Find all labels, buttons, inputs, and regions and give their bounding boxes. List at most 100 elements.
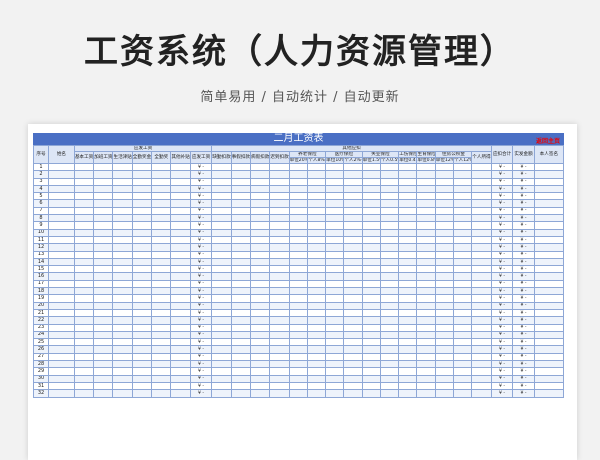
table-cell[interactable] [93,162,114,172]
row-seq-cell[interactable]: 6 [32,199,50,208]
table-cell[interactable] [379,184,400,194]
table-cell[interactable] [93,389,114,398]
table-cell[interactable] [434,206,455,216]
table-cell[interactable] [361,199,381,208]
table-cell[interactable] [151,177,172,186]
table-cell[interactable] [306,374,327,383]
table-cell[interactable] [269,316,290,325]
table-cell[interactable] [112,184,133,194]
table-cell[interactable] [398,359,418,369]
table-cell[interactable] [306,265,327,274]
table-cell[interactable] [288,279,308,289]
table-cell[interactable] [73,301,95,310]
table-cell[interactable] [151,301,172,310]
table-cell[interactable] [434,359,455,369]
table-cell[interactable] [343,243,363,252]
table-cell[interactable] [343,294,363,303]
table-cell[interactable] [452,323,473,332]
table-cell[interactable] [361,257,381,267]
table-cell[interactable] [230,338,251,347]
table-cell[interactable] [170,381,191,391]
table-cell[interactable] [112,287,133,296]
table-cell[interactable] [112,359,133,369]
table-cell[interactable] [434,381,455,391]
table-cell[interactable] [211,389,232,398]
table-cell[interactable] [249,243,271,252]
row-seq-cell[interactable]: 11 [32,235,50,245]
table-cell[interactable] [288,374,308,383]
table-cell[interactable] [379,170,400,179]
amount-cell[interactable]: ¥ - [189,308,213,318]
table-cell[interactable] [170,206,191,216]
table-cell[interactable] [269,323,290,332]
table-cell[interactable] [325,308,345,318]
table-cell[interactable] [249,265,271,274]
table-cell[interactable] [398,301,418,310]
table-cell[interactable] [533,192,565,201]
table-cell[interactable] [131,250,153,259]
table-cell[interactable] [73,228,95,237]
table-cell[interactable] [249,381,271,391]
table-cell[interactable] [361,367,381,376]
row-seq-cell[interactable]: 32 [32,389,50,398]
table-cell[interactable] [288,287,308,296]
amount-cell[interactable]: ¥ - [490,352,514,362]
table-cell[interactable] [452,170,473,179]
table-cell[interactable] [416,265,436,274]
table-cell[interactable] [398,243,418,252]
table-cell[interactable] [343,381,363,391]
table-cell[interactable] [398,381,418,391]
table-cell[interactable] [211,228,232,237]
table-cell[interactable] [269,367,290,376]
table-cell[interactable] [343,352,363,362]
table-cell[interactable] [343,389,363,398]
amount-cell[interactable]: ¥ - [512,235,535,245]
amount-cell[interactable]: ¥ - [189,279,213,289]
table-cell[interactable] [73,338,95,347]
table-cell[interactable] [170,257,191,267]
table-cell[interactable] [93,199,114,208]
table-cell[interactable] [73,316,95,325]
table-cell[interactable] [170,323,191,332]
table-cell[interactable] [452,243,473,252]
table-cell[interactable] [151,192,172,201]
table-cell[interactable] [361,381,381,391]
table-cell[interactable] [211,162,232,172]
table-cell[interactable] [249,228,271,237]
table-cell[interactable] [434,199,455,208]
table-cell[interactable] [48,352,75,362]
table-cell[interactable] [230,389,251,398]
table-cell[interactable] [361,170,381,179]
table-cell[interactable] [211,184,232,194]
table-cell[interactable] [343,192,363,201]
table-cell[interactable] [288,250,308,259]
amount-cell[interactable]: ¥ - [490,221,514,230]
table-cell[interactable] [131,243,153,252]
amount-cell[interactable]: ¥ - [490,250,514,259]
table-cell[interactable] [306,359,327,369]
table-cell[interactable] [533,221,565,230]
table-cell[interactable] [230,162,251,172]
table-cell[interactable] [211,301,232,310]
table-cell[interactable] [452,352,473,362]
table-cell[interactable] [288,199,308,208]
table-cell[interactable] [93,338,114,347]
table-cell[interactable] [471,323,492,332]
table-cell[interactable] [434,221,455,230]
table-cell[interactable] [533,323,565,332]
table-cell[interactable] [306,352,327,362]
table-cell[interactable] [230,170,251,179]
table-cell[interactable] [398,345,418,354]
table-cell[interactable] [131,170,153,179]
table-cell[interactable] [249,199,271,208]
table-cell[interactable] [211,316,232,325]
table-cell[interactable] [211,272,232,281]
table-cell[interactable] [170,243,191,252]
table-cell[interactable] [288,272,308,281]
table-cell[interactable] [170,359,191,369]
table-cell[interactable] [269,221,290,230]
table-cell[interactable] [151,345,172,354]
table-cell[interactable] [131,192,153,201]
table-cell[interactable] [471,162,492,172]
table-cell[interactable] [131,257,153,267]
